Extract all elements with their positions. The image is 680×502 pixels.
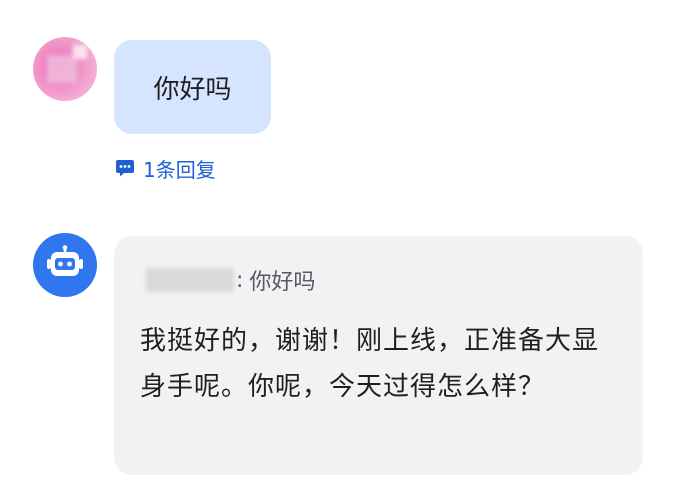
- user-message-bubble: 你好吗: [114, 40, 271, 134]
- quoted-message[interactable]: : 你好吗: [146, 262, 315, 298]
- user-message-text: 你好吗: [153, 74, 232, 105]
- quote-separator: :: [236, 267, 244, 293]
- bot-avatar[interactable]: [33, 233, 97, 297]
- user-avatar[interactable]: [33, 37, 97, 101]
- quoted-text: 你好吗: [249, 270, 316, 295]
- avatar-image-blur: [47, 55, 77, 83]
- reply-count-label: 1条回复: [143, 157, 216, 182]
- avatar-image-blur: [73, 45, 87, 59]
- quoted-author-name-blurred: [146, 268, 234, 292]
- replies-link[interactable]: 1条回复: [115, 154, 216, 182]
- robot-icon: [45, 245, 85, 285]
- comment-bubble-icon: [115, 158, 135, 178]
- bot-message-text: 我挺好的，谢谢！刚上线，正准备大显身手呢。你呢，今天过得怎么样？: [140, 326, 600, 402]
